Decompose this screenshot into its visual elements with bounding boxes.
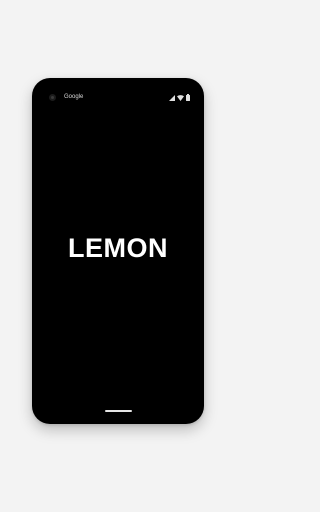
home-indicator[interactable] bbox=[105, 410, 132, 412]
status-bar: Google bbox=[32, 92, 204, 104]
app-logo-text: LEMON bbox=[68, 233, 168, 263]
status-icons bbox=[169, 93, 190, 102]
carrier-label: Google bbox=[64, 94, 84, 100]
battery-icon bbox=[186, 94, 190, 101]
front-camera-icon bbox=[49, 94, 56, 101]
signal-icon bbox=[169, 94, 175, 101]
wifi-icon bbox=[177, 94, 184, 101]
phone-screen: Google LEMON bbox=[32, 78, 204, 424]
